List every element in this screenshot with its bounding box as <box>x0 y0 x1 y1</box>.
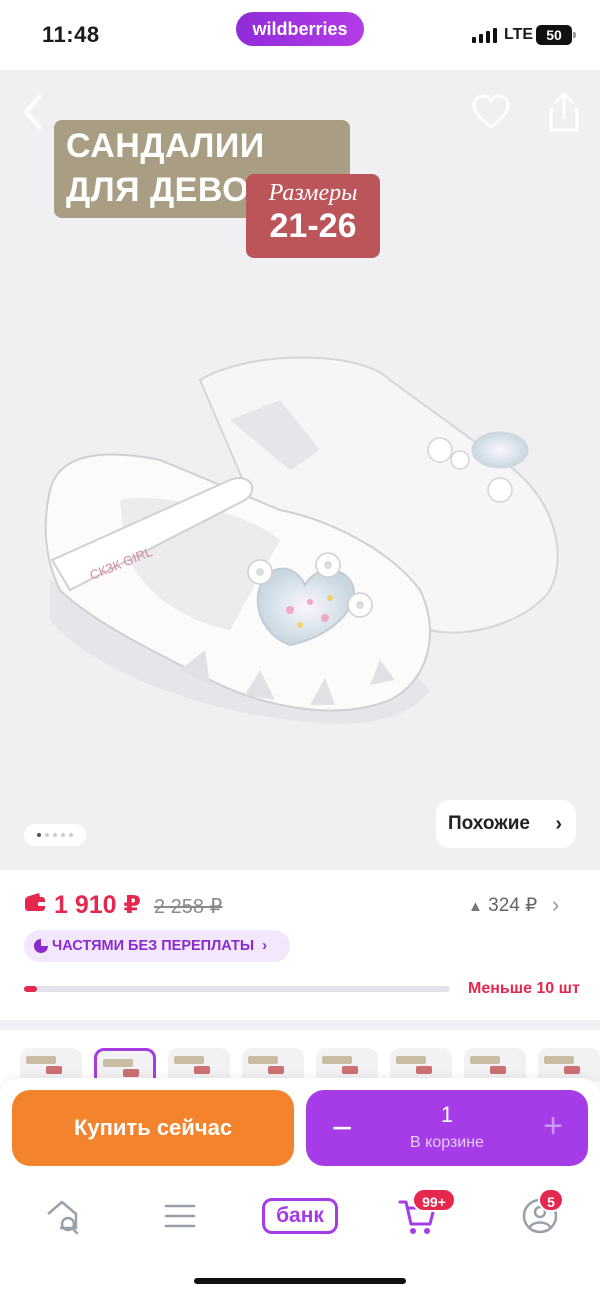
increase-quantity-button[interactable]: + <box>538 1108 568 1144</box>
product-gallery[interactable]: САНДАЛИИ ДЛЯ ДЕВОЧКИ Размеры 21-26 СКЗК … <box>0 70 600 870</box>
variant-thumbnail[interactable] <box>242 1048 304 1082</box>
gallery-dot <box>53 833 57 837</box>
size-badge-range: 21-26 <box>269 207 357 245</box>
thumbnail-title-mark <box>26 1056 56 1064</box>
thumbnail-size-mark <box>490 1066 506 1074</box>
size-badge: Размеры 21-26 <box>246 174 380 258</box>
pie-chart-icon <box>34 939 48 953</box>
battery-icon: 50 <box>536 25 576 45</box>
variant-thumbnail[interactable] <box>538 1048 600 1082</box>
current-price: 1 910 ₽ <box>54 891 141 919</box>
gallery-dot <box>45 833 49 837</box>
price-card: 1 910 ₽ 2 258 ₽ ▲ 324 ₽ › ЧАСТЯМИ БЕЗ ПЕ… <box>0 870 600 1020</box>
chevron-right-icon: › <box>262 937 268 954</box>
cart-stepper: − 1 В корзине + <box>306 1090 588 1166</box>
similar-button-label: Похожие <box>448 813 530 834</box>
thumbnail-size-mark <box>268 1066 284 1074</box>
home-search-icon[interactable] <box>42 1194 86 1238</box>
variant-thumbnail[interactable] <box>464 1048 526 1082</box>
menu-icon[interactable] <box>158 1194 202 1238</box>
variant-thumbnails <box>20 1040 600 1082</box>
home-indicator <box>194 1278 406 1284</box>
chevron-right-icon[interactable]: › <box>552 892 559 918</box>
thumbnail-title-mark <box>322 1056 352 1064</box>
installments-label: ЧАСТЯМИ БЕЗ ПЕРЕПЛАТЫ <box>52 938 255 954</box>
gallery-pagination <box>24 824 86 846</box>
thumbnail-title-mark <box>544 1056 574 1064</box>
status-bar: 11:48 wildberries LTE 50 <box>0 0 600 70</box>
stock-text: Меньше 10 шт <box>468 980 580 997</box>
thumbnail-size-mark <box>564 1066 580 1074</box>
old-price: 2 258 ₽ <box>154 896 223 918</box>
thumbnail-size-mark <box>416 1066 432 1074</box>
cart-count-badge: 99+ <box>412 1188 456 1212</box>
stock-progress-fill <box>24 986 37 992</box>
triangle-up-icon: ▲ <box>468 898 483 915</box>
chevron-right-icon: › <box>555 813 562 835</box>
favorite-heart-icon[interactable] <box>472 94 510 130</box>
thumbnail-title-mark <box>248 1056 278 1064</box>
thumbnail-size-mark <box>342 1066 358 1074</box>
similar-button[interactable]: Похожие › <box>436 800 576 848</box>
thumbnail-size-mark <box>123 1069 139 1077</box>
network-type: LTE <box>504 26 534 43</box>
section-divider <box>0 1020 600 1030</box>
share-icon[interactable] <box>544 90 584 134</box>
gallery-dot <box>69 833 73 837</box>
stock-progress-bar <box>24 986 450 992</box>
thumbnail-title-mark <box>103 1059 133 1067</box>
thumbnail-size-mark <box>46 1066 62 1074</box>
status-time: 11:48 <box>42 22 100 47</box>
variant-thumbnail[interactable] <box>390 1048 452 1082</box>
wallet-icon <box>25 893 45 911</box>
thumbnail-title-mark <box>174 1056 204 1064</box>
variant-thumbnail[interactable] <box>168 1048 230 1082</box>
price-delta-value: 324 ₽ <box>488 895 538 916</box>
price-delta[interactable]: ▲ 324 ₽ <box>468 894 537 917</box>
size-badge-label: Размеры <box>268 180 358 206</box>
gallery-dot <box>61 833 65 837</box>
brand-logo: wildberries <box>236 12 364 46</box>
profile-count-badge: 5 <box>538 1188 564 1212</box>
buy-now-button[interactable]: Купить сейчас <box>12 1090 294 1166</box>
thumbnail-title-mark <box>470 1056 500 1064</box>
product-image-sandal: СКЗК GIRL <box>44 356 559 724</box>
thumbnail-size-mark <box>194 1066 210 1074</box>
variant-thumbnail[interactable] <box>316 1048 378 1082</box>
signal-icon <box>472 28 497 43</box>
thumbnail-title-mark <box>396 1056 426 1064</box>
variant-thumbnail[interactable] <box>94 1048 156 1082</box>
bank-tab[interactable]: банк <box>262 1198 338 1234</box>
variant-thumbnail[interactable] <box>20 1048 82 1082</box>
installments-chip[interactable]: ЧАСТЯМИ БЕЗ ПЕРЕПЛАТЫ › <box>24 930 290 962</box>
gallery-dot <box>37 833 41 837</box>
purchase-bar: Купить сейчас − 1 В корзине + <box>0 1078 600 1178</box>
back-chevron-icon[interactable] <box>20 92 56 132</box>
